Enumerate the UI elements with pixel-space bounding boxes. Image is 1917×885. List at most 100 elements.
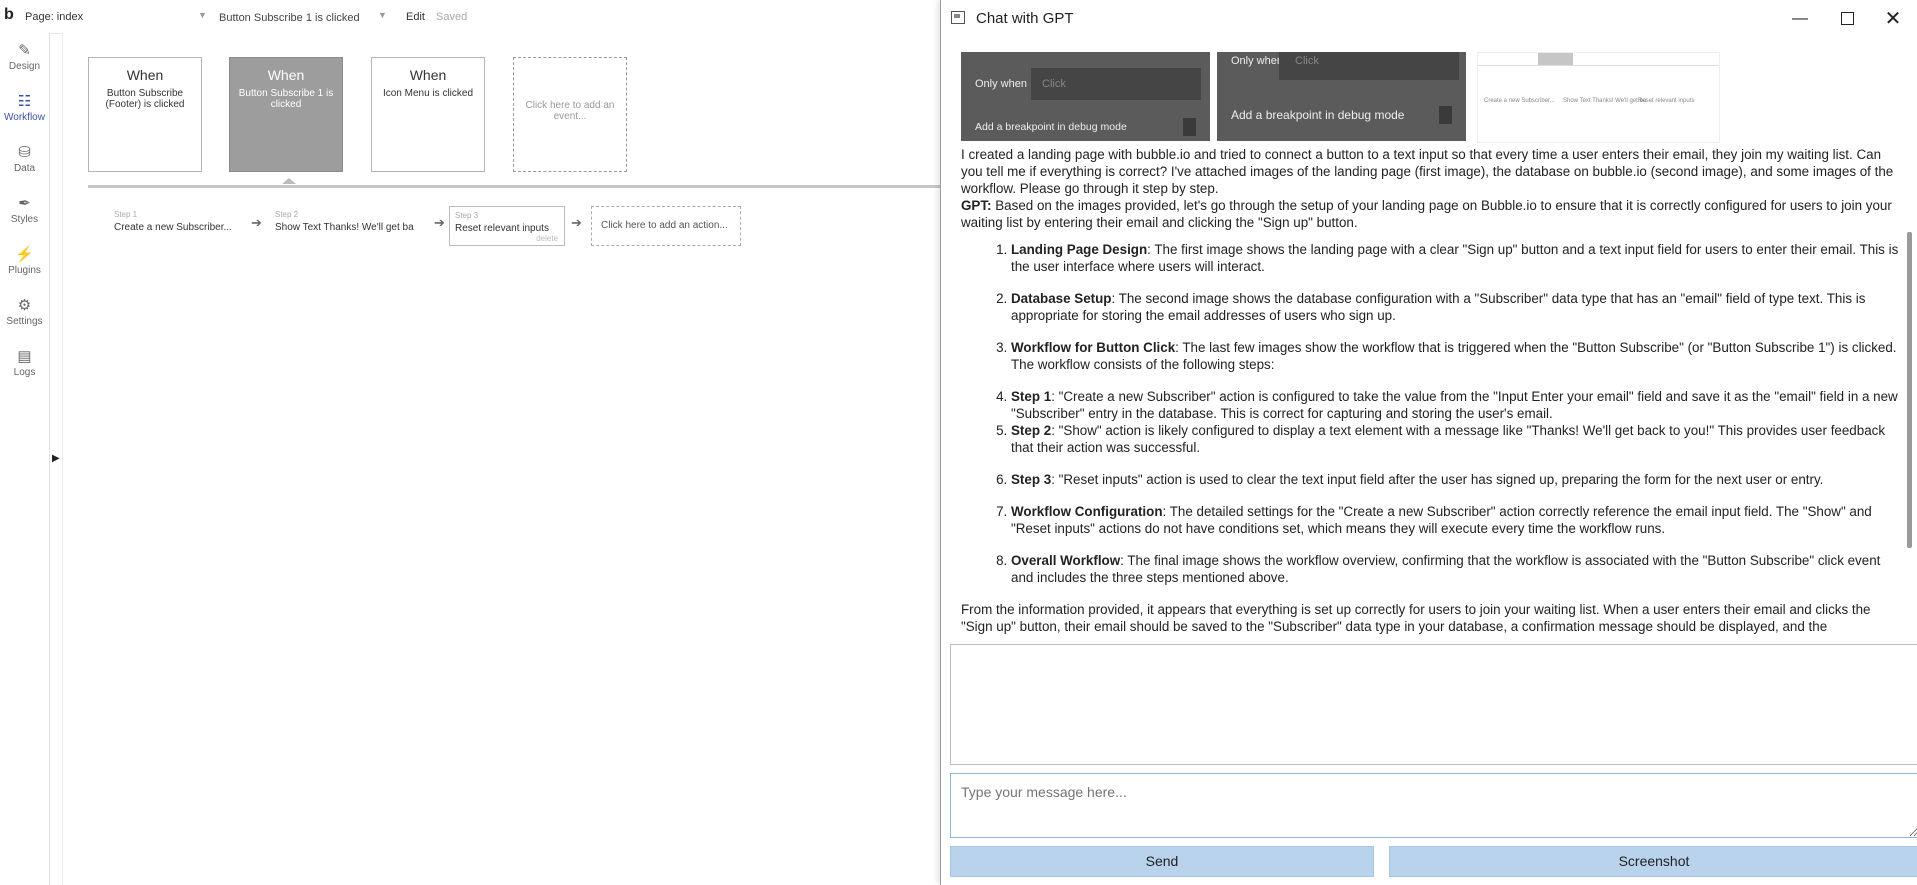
list-item: Workflow Configuration: The detailed set…	[1011, 503, 1901, 537]
sidebar-item-label: Settings	[6, 316, 43, 327]
list-item-title: Step 3	[1011, 472, 1052, 487]
list-item: Step 1: "Create a new Subscriber" action…	[1011, 388, 1901, 422]
sidebar-item-plugins[interactable]: ⚡ Plugins	[0, 245, 49, 276]
step-label: Create a new Subscriber...	[114, 222, 232, 233]
gpt-prefix: GPT:	[961, 198, 992, 213]
list-item-text: : "Show" action is likely configured to …	[1011, 423, 1886, 455]
thumb-checkbox	[1183, 118, 1196, 136]
sidebar-item-label: Design	[8, 61, 41, 72]
sidebar-item-workflow[interactable]: ☷ Workflow	[0, 92, 49, 123]
sidebar-item-label: Plugins	[8, 265, 41, 276]
workflow-step-selected[interactable]: Step 3 Reset relevant inputs delete	[449, 206, 565, 246]
database-icon: ⛁	[18, 144, 31, 161]
page-selector[interactable]: Page: index	[25, 11, 83, 23]
event-card[interactable]: When Button Subscribe (Footer) is clicke…	[88, 57, 202, 172]
gpt-conclusion: From the information provided, it appear…	[961, 602, 1871, 634]
thumb-mini-text: Show Text Thanks! We'll get ba	[1563, 98, 1647, 104]
chevron-down-icon[interactable]: ▼	[198, 10, 207, 20]
sidebar-item-label: Workflow	[4, 112, 45, 123]
chat-window: Chat with GPT — ✕ Only when Click Add a …	[940, 0, 1917, 885]
thumb-header-bar	[1538, 53, 1573, 65]
brush-icon: ✒	[18, 195, 31, 212]
bubble-logo: b	[4, 6, 14, 23]
gear-icon: ⚙	[17, 297, 32, 314]
sidebar-item-logs[interactable]: ▤ Logs	[0, 347, 49, 378]
chat-log: I created a landing page with bubble.io …	[961, 146, 1901, 636]
sidebar-item-styles[interactable]: ✒ Styles	[0, 194, 49, 225]
thumb-mini-text: Reset relevant inputs	[1638, 98, 1695, 104]
close-icon[interactable]: ✕	[1876, 6, 1910, 32]
arrow-right-icon: ➔	[571, 215, 582, 230]
list-item-title: Database Setup	[1011, 291, 1112, 306]
expand-panel-icon[interactable]: ▶	[52, 453, 60, 464]
event-when-label: When	[409, 67, 447, 83]
sidebar-item-label: Styles	[10, 214, 39, 225]
add-action-button[interactable]: Click here to add an action...	[591, 206, 741, 246]
list-item-title: Workflow Configuration	[1011, 504, 1163, 519]
plug-icon: ⚡	[15, 246, 34, 263]
event-when-label: When	[267, 67, 305, 83]
list-item-text: : "Create a new Subscriber" action is co…	[1011, 389, 1898, 421]
gpt-intro: Based on the images provided, let's go t…	[961, 198, 1892, 230]
event-label: Icon Menu is clicked	[382, 88, 474, 99]
design-icon: ✎	[18, 42, 31, 59]
workflow-icon: ☷	[17, 93, 32, 110]
image-drop-area[interactable]	[950, 644, 1917, 765]
event-card-selected[interactable]: When Button Subscribe 1 is clicked	[229, 57, 343, 172]
list-item: Landing Page Design: The first image sho…	[1011, 241, 1901, 275]
step-label: Show Text Thanks! We'll get ba	[275, 222, 414, 233]
delete-step-link[interactable]: delete	[536, 234, 558, 243]
thumb-click: Click	[1042, 78, 1066, 90]
gpt-steps-list: Landing Page Design: The first image sho…	[961, 241, 1901, 586]
list-item-title: Landing Page Design	[1011, 242, 1148, 257]
chat-titlebar: Chat with GPT — ✕	[941, 0, 1917, 38]
message-input[interactable]	[950, 773, 1917, 838]
list-item-title: Step 1	[1011, 389, 1052, 404]
thumb-mini-text: Create a new Subscriber...	[1484, 98, 1555, 104]
event-when-label: When	[126, 67, 164, 83]
thumb-breakpoint: Add a breakpoint in debug mode	[975, 121, 1127, 133]
thumb-checkbox	[1439, 106, 1452, 124]
workflow-step[interactable]: Step 2 Show Text Thanks! We'll get ba	[270, 206, 428, 246]
event-card[interactable]: When Icon Menu is clicked	[371, 57, 485, 172]
editor-sidebar: ✎ Design ☷ Workflow ⛁ Data ✒ Styles ⚡ Pl…	[0, 33, 50, 885]
list-item: Step 2: "Show" action is likely configur…	[1011, 422, 1901, 456]
attached-image: Create a new Subscriber... Show Text Tha…	[1477, 52, 1720, 143]
attached-image: Only when Click Add a breakpoint in debu…	[961, 52, 1210, 141]
add-event-button[interactable]: Click here to add an event...	[513, 57, 627, 172]
send-button[interactable]: Send	[950, 846, 1374, 877]
maximize-icon[interactable]	[1830, 6, 1864, 32]
sidebar-item-data[interactable]: ⛁ Data	[0, 143, 49, 174]
event-label: Button Subscribe (Footer) is clicked	[105, 88, 185, 110]
list-item: Step 3: "Reset inputs" action is used to…	[1011, 471, 1901, 488]
list-item-title: Workflow for Button Click	[1011, 340, 1176, 355]
document-icon: ▤	[17, 348, 32, 365]
list-item-text: : The second image shows the database co…	[1011, 291, 1866, 323]
edit-menu[interactable]: Edit	[406, 11, 425, 23]
minimize-icon[interactable]: —	[1783, 6, 1817, 32]
action-bar-divider	[88, 185, 945, 188]
thumb-click: Click	[1295, 55, 1319, 67]
editor-topbar: b Page: index ▼ Button Subscribe 1 is cl…	[0, 0, 945, 34]
list-item-text: : The final image shows the workflow ove…	[1011, 553, 1881, 585]
sidebar-item-design[interactable]: ✎ Design	[0, 41, 49, 72]
workflow-step[interactable]: Step 1 Create a new Subscriber...	[109, 206, 243, 246]
list-item: Overall Workflow: The final image shows …	[1011, 552, 1901, 586]
selection-caret	[282, 178, 296, 184]
thumb-divider	[1478, 65, 1719, 66]
sidebar-item-label: Data	[13, 163, 36, 174]
arrow-right-icon: ➔	[251, 215, 262, 230]
attached-image: Only when Click Add a breakpoint in debu…	[1217, 52, 1466, 141]
chat-scrollbar[interactable]	[1907, 232, 1912, 548]
window-title: Chat with GPT	[976, 10, 1074, 27]
saved-status: Saved	[436, 11, 468, 23]
sidebar-item-settings[interactable]: ⚙ Settings	[0, 296, 49, 327]
sidebar-item-label: Logs	[13, 367, 36, 378]
gpt-message: GPT: Based on the images provided, let's…	[961, 197, 1901, 231]
chevron-down-icon[interactable]: ▼	[378, 10, 387, 20]
list-item: Database Setup: The second image shows t…	[1011, 290, 1901, 324]
screenshot-button[interactable]: Screenshot	[1389, 846, 1917, 877]
workflow-selector[interactable]: Button Subscribe 1 is clicked	[219, 12, 360, 24]
event-label: Button Subscribe 1 is clicked	[238, 88, 334, 110]
list-item-text: : "Reset inputs" action is used to clear…	[1051, 472, 1824, 487]
